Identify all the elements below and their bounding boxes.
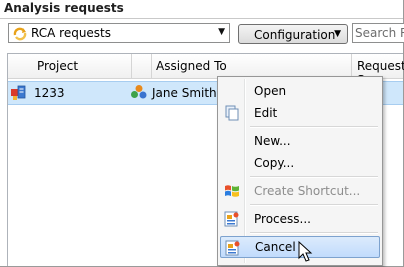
column-divider[interactable] <box>351 54 352 78</box>
chevron-down-icon: ▼ <box>334 29 341 39</box>
menu-item-label: Open <box>254 84 287 98</box>
column-divider[interactable] <box>131 54 132 78</box>
menu-separator <box>250 176 378 178</box>
chevron-down-icon[interactable]: ▼ <box>218 27 225 37</box>
menu-separator <box>250 232 378 234</box>
title-divider <box>0 18 403 19</box>
filter-combobox[interactable]: RCA requests ▼ <box>8 23 230 43</box>
menu-separator <box>250 204 378 206</box>
context-menu: Open Edit New... Copy... Create Shortcut… <box>217 76 383 266</box>
menu-item-label: Edit <box>254 106 278 120</box>
users-group-icon <box>130 84 148 105</box>
column-divider[interactable] <box>151 54 152 78</box>
request-type-icon <box>10 84 28 105</box>
menu-item-copy[interactable]: Copy... <box>220 152 380 174</box>
mouse-pointer-icon <box>298 240 314 266</box>
menu-separator <box>250 126 378 128</box>
cell-assigned-to: Jane Smith <box>152 86 217 100</box>
menu-item-label: New... <box>254 134 291 148</box>
menu-item-label: Cancel <box>255 240 296 254</box>
windows-logo-icon <box>224 183 240 202</box>
analysis-requests-panel: Analysis requests RCA requests ▼ Configu… <box>0 0 404 267</box>
panel-title: Analysis requests <box>4 1 124 15</box>
refresh-arrows-icon <box>12 26 28 45</box>
cancel-form-icon <box>225 240 241 259</box>
cell-project: 1233 <box>34 86 65 100</box>
filter-combobox-value: RCA requests <box>31 26 112 40</box>
menu-item-label: Copy... <box>254 156 295 170</box>
menu-item-label: Process... <box>254 212 311 226</box>
column-header-project[interactable]: Project <box>37 59 78 73</box>
menu-item-edit[interactable]: Edit <box>220 102 380 124</box>
documents-icon <box>224 105 240 124</box>
configuration-button[interactable]: Configuration ▼ <box>238 24 348 44</box>
menu-item-label: Create Shortcut... <box>254 184 361 198</box>
menu-item-open[interactable]: Open <box>220 80 380 102</box>
process-form-icon <box>224 211 240 230</box>
configuration-button-label: Configuration <box>254 28 336 42</box>
menu-item-create-shortcut[interactable]: Create Shortcut... <box>220 180 380 202</box>
menu-item-new[interactable]: New... <box>220 130 380 152</box>
column-header-assigned-to[interactable]: Assigned To <box>156 59 227 73</box>
search-input[interactable]: Search RCA <box>352 23 404 43</box>
menu-item-process[interactable]: Process... <box>220 208 380 230</box>
